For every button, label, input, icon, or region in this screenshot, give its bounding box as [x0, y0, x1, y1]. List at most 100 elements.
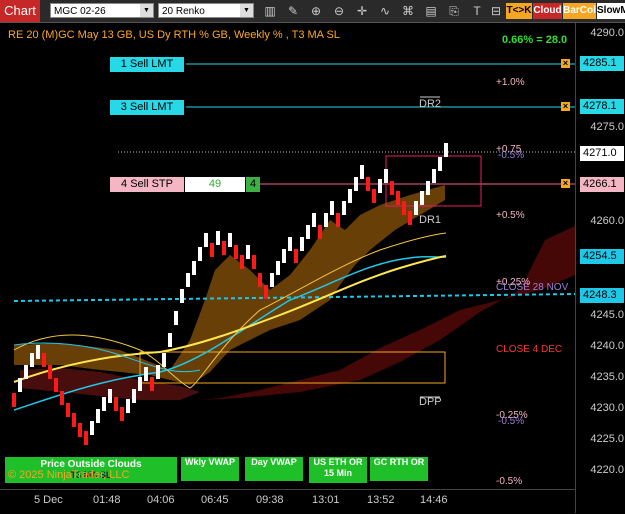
gc-rth-or-button[interactable]: GC RTH OR — [370, 457, 428, 481]
price-tag-last: 4271.0 — [580, 146, 624, 161]
renko-brick — [276, 261, 280, 275]
renko-brick — [90, 421, 94, 435]
chevron-down-icon[interactable]: ▼ — [240, 4, 253, 17]
renko-brick — [234, 245, 238, 259]
price-tick: 4220.0 — [590, 464, 624, 476]
renko-brick — [12, 393, 16, 407]
chart-toolbar: Chart MGC 02-26 ▼ 20 Renko ▼ ▥ ✎ ⊕ ⊖ ✛ ∿… — [0, 0, 625, 23]
renko-brick — [186, 273, 190, 287]
chevron-down-icon[interactable]: ▼ — [140, 4, 153, 17]
renko-brick — [294, 249, 298, 263]
renko-brick — [78, 423, 82, 437]
us-eth-or-button[interactable]: US ETH OR 15 Min — [309, 457, 367, 483]
renko-brick — [180, 289, 184, 303]
time-axis[interactable]: 5 Dec 01:48 04:06 06:45 09:38 13:01 13:5… — [0, 489, 575, 514]
renko-brick — [312, 213, 316, 227]
time-tick: 06:45 — [201, 494, 229, 506]
price-tick: 4240.0 — [590, 340, 624, 352]
text-icon[interactable]: T — [469, 3, 485, 19]
tk-button[interactable]: T<>K — [506, 3, 532, 19]
price-tag-t3-ma: 4254.5 — [580, 249, 624, 264]
renko-brick — [402, 201, 406, 215]
bar-type-value: 20 Renko — [162, 6, 205, 17]
renko-brick — [108, 389, 112, 403]
renko-brick — [240, 255, 244, 269]
renko-brick — [408, 211, 412, 225]
renko-brick — [132, 389, 136, 403]
renko-brick — [354, 177, 358, 191]
zoom-out-icon[interactable]: ⊖ — [331, 3, 347, 19]
order-count-badge: 4 — [246, 177, 260, 192]
renko-brick — [102, 397, 106, 411]
time-tick: 13:01 — [312, 494, 340, 506]
price-chart-plot[interactable]: RE 20 (M)GC May 13 GB, US Dy RTH % GB, W… — [0, 23, 575, 489]
indicators-icon[interactable]: ∿ — [377, 3, 393, 19]
properties-icon[interactable]: ▤ — [423, 3, 439, 19]
barcol-button[interactable]: BarCol — [563, 3, 596, 19]
wkly-vwap-button[interactable]: Wkly VWAP — [181, 457, 239, 481]
bar-style-icon[interactable]: ▥ — [262, 3, 278, 19]
close-icon[interactable]: × — [561, 59, 570, 68]
renko-brick — [120, 407, 124, 421]
renko-brick — [168, 333, 172, 347]
price-tick: 4275.0 — [590, 121, 624, 133]
renko-brick — [114, 397, 118, 411]
chart-canvas — [12, 63, 575, 445]
time-tick: 13:52 — [367, 494, 395, 506]
price-tag-stop: 4266.1 — [580, 177, 624, 192]
renko-brick — [270, 273, 274, 287]
instrument-value: MGC 02-26 — [54, 6, 106, 17]
strategy-icon[interactable]: ⌘ — [400, 3, 416, 19]
renko-brick — [384, 169, 388, 183]
chart-tab[interactable]: Chart — [0, 0, 40, 22]
time-tick: 14:46 — [420, 494, 448, 506]
zoom-in-icon[interactable]: ⊕ — [308, 3, 324, 19]
renko-brick — [396, 191, 400, 205]
renko-brick — [444, 143, 448, 157]
price-tick: 4235.0 — [590, 371, 624, 383]
price-tag-close-28: 4248.3 — [580, 288, 624, 303]
copyright-text: © 2025 NinjaTrader, LLC — [8, 469, 130, 481]
bar-type-selector[interactable]: 20 Renko ▼ — [158, 3, 254, 18]
price-tick: 4225.0 — [590, 433, 624, 445]
sell-limit-order-1[interactable]: 1 Sell LMT — [110, 57, 184, 72]
renko-brick — [66, 403, 70, 417]
renko-brick — [288, 237, 292, 251]
renko-brick — [420, 191, 424, 205]
pct-minus-05-weekly: -0.5% — [498, 150, 525, 161]
price-change: 0.66% = 28.0 — [502, 34, 568, 46]
renko-brick — [162, 353, 166, 367]
slowma-button[interactable]: SlowM — [597, 3, 625, 19]
renko-brick — [216, 231, 220, 245]
renko-brick — [264, 285, 268, 299]
renko-brick — [246, 245, 250, 259]
cloud-button[interactable]: Cloud — [533, 3, 562, 19]
sell-stop-order[interactable]: 4 Sell STP — [110, 177, 184, 192]
sell-limit-order-3[interactable]: 3 Sell LMT — [110, 100, 184, 115]
renko-brick — [24, 365, 28, 379]
close-icon[interactable]: × — [561, 179, 570, 188]
crosshair-icon[interactable]: ✛ — [354, 3, 370, 19]
renko-brick — [126, 399, 130, 413]
price-tag-order-1: 4285.1 — [580, 56, 624, 71]
renko-brick — [42, 353, 46, 367]
renko-brick — [192, 261, 196, 275]
renko-brick — [84, 431, 88, 445]
chart-trader-icon[interactable]: ⎘ — [446, 3, 462, 19]
renko-brick — [282, 249, 286, 263]
renko-brick — [48, 365, 52, 379]
close-icon[interactable]: × — [561, 102, 570, 111]
order-quantity-field[interactable]: 49 — [185, 177, 245, 192]
lock-icon[interactable]: ⊟ — [488, 3, 504, 19]
renko-brick — [174, 311, 178, 325]
price-tick: 4245.0 — [590, 309, 624, 321]
price-axis[interactable]: 4290.0 4275.0 4260.0 4245.0 4240.0 4235.… — [575, 23, 625, 513]
renko-brick — [72, 413, 76, 427]
renko-brick — [18, 378, 22, 392]
instrument-selector[interactable]: MGC 02-26 ▼ — [50, 3, 154, 18]
renko-brick — [360, 165, 364, 179]
dr1-label: DR1 — [419, 214, 442, 226]
draw-tools-icon[interactable]: ✎ — [285, 3, 301, 19]
renko-brick — [36, 345, 40, 359]
day-vwap-button[interactable]: Day VWAP — [245, 457, 303, 481]
